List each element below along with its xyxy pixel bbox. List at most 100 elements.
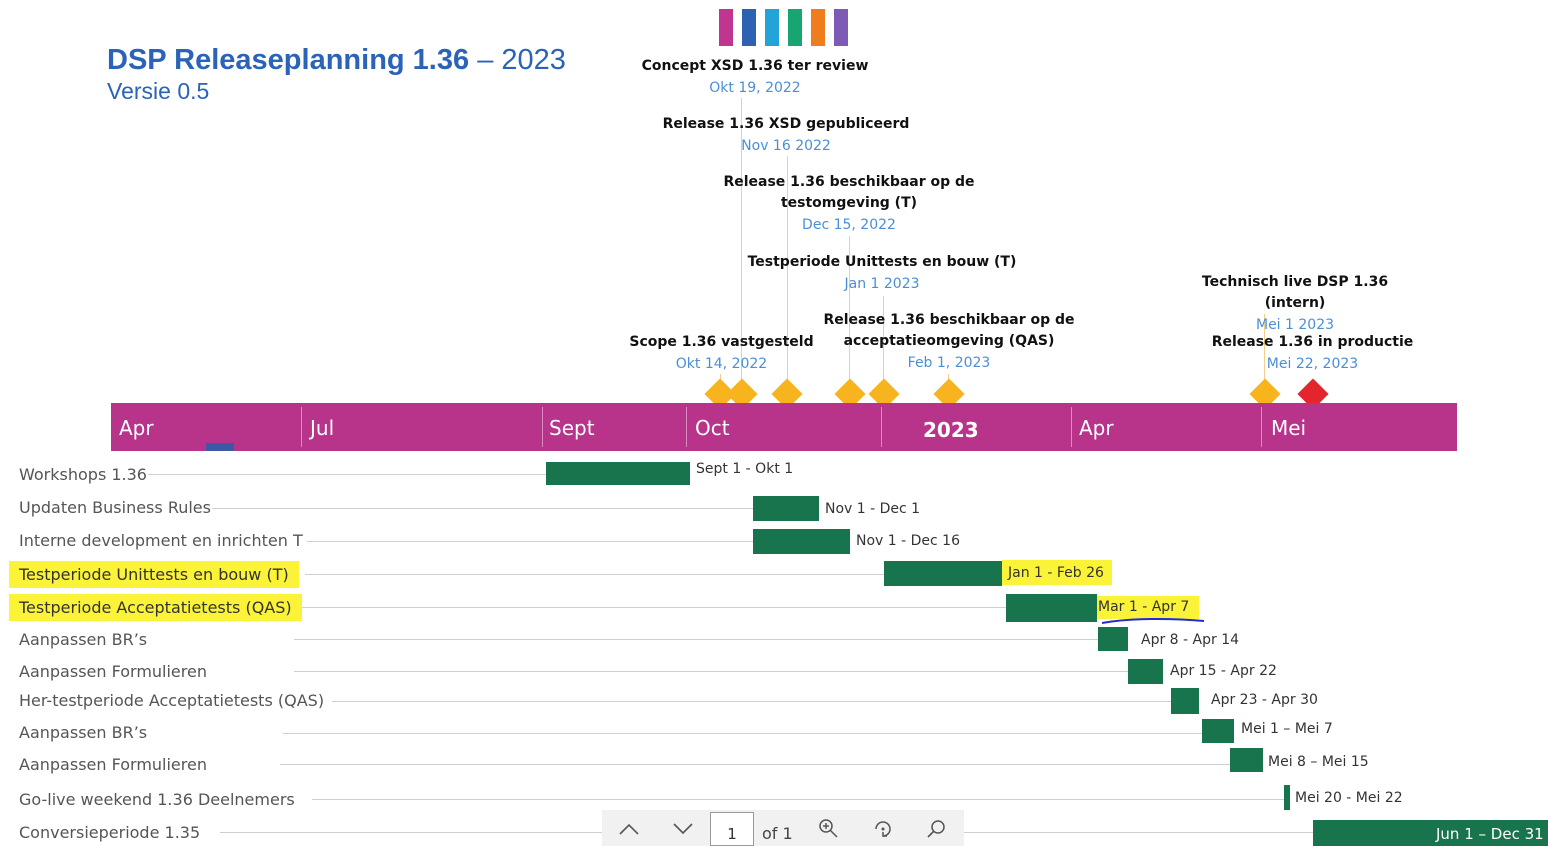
timeline-band: Apr Jul Sept Oct 2023 Apr Mei (111, 403, 1457, 451)
task-label: Aanpassen Formulieren (19, 755, 207, 774)
timeline-tick: Apr (1079, 416, 1114, 440)
chevron-down-icon (673, 823, 693, 835)
rotate-icon (875, 821, 891, 837)
task-range: Mei 20 - Mei 22 (1295, 790, 1403, 806)
task-bar (1230, 748, 1263, 772)
milestone-label: Concept XSD 1.36 ter review (641, 58, 869, 74)
today-marker (206, 443, 234, 451)
task-range: Apr 8 - Apr 14 (1141, 632, 1240, 648)
timeline-tick: Mei (1271, 416, 1307, 440)
timeline-tick: Jul (310, 416, 335, 440)
zoom-in-icon (819, 819, 838, 838)
timeline-tick: Sept (549, 416, 595, 440)
milestone-production-release: Release 1.36 in productie Mei 22, 2023 (1200, 332, 1425, 375)
swatch-3 (765, 9, 779, 46)
milestone-label: Testperiode Unittests en bouw (T) (747, 254, 1017, 270)
task-range: Nov 1 - Dec 1 (825, 501, 921, 517)
task-range: Apr 15 - Apr 22 (1170, 663, 1277, 679)
task-label: Her-testperiode Acceptatietests (QAS) (19, 691, 325, 710)
task-range: Mei 8 – Mei 15 (1268, 754, 1369, 770)
task-bar (884, 561, 1002, 586)
task-label: Conversieperiode 1.35 (19, 823, 201, 842)
milestone-label: Scope 1.36 vastgesteld (629, 334, 814, 350)
milestone-label: Release 1.36 beschikbaar op de acceptati… (823, 312, 1075, 349)
row-guide (294, 671, 1128, 672)
row-guide (332, 701, 1171, 702)
task-bar (1284, 785, 1290, 810)
timeline-divider (1261, 407, 1262, 447)
milestone-release-qas-env: Release 1.36 beschikbaar op de acceptati… (814, 310, 1084, 374)
task-label: Aanpassen BR’s (19, 723, 148, 742)
page-number-input[interactable]: 1 (710, 812, 754, 846)
milestone-label: Release 1.36 XSD gepubliceerd (662, 116, 910, 132)
timeline-divider (881, 407, 882, 447)
task-range: Apr 23 - Apr 30 (1211, 692, 1318, 708)
task-bar (1171, 688, 1199, 714)
task-range-highlighted: Jan 1 - Feb 26 (1002, 560, 1112, 585)
zoom-in-button[interactable] (814, 816, 844, 842)
task-label-highlighted: Testperiode Acceptatietests (QAS) (9, 594, 302, 621)
swatch-4 (788, 9, 802, 46)
timeline-divider (542, 407, 543, 447)
task-range: Sept 1 - Okt 1 (696, 461, 794, 477)
milestone-label: Release 1.36 beschikbaar op de testomgev… (723, 174, 975, 211)
document-canvas: DSP Releaseplanning 1.36 – 2023 Versie 0… (0, 0, 1548, 846)
task-bar (1098, 627, 1128, 651)
milestone-date: Feb 1, 2023 (907, 355, 991, 371)
timeline-year: 2023 (923, 418, 979, 442)
milestone-label: Release 1.36 in productie (1211, 334, 1414, 350)
milestone-label: Technisch live DSP 1.36 (intern) (1201, 274, 1389, 311)
timeline-divider (301, 407, 302, 447)
milestone-concept-xsd: Concept XSD 1.36 ter review Okt 19, 2022 (630, 56, 880, 99)
row-guide (148, 474, 548, 475)
row-guide (280, 764, 1230, 765)
task-bar (753, 496, 819, 521)
row-guide (312, 799, 1284, 800)
task-label: Aanpassen BR’s (19, 630, 148, 649)
page-title: DSP Releaseplanning 1.36 – 2023 (107, 44, 566, 77)
search-icon (927, 820, 945, 838)
title-main: DSP Releaseplanning 1.36 (107, 44, 470, 76)
version-label: Versie 0.5 (107, 78, 210, 104)
swatch-6 (834, 9, 848, 46)
task-label: Updaten Business Rules (19, 498, 211, 517)
task-label-highlighted: Testperiode Unittests en bouw (T) (9, 561, 299, 588)
swatch-5 (811, 9, 825, 46)
row-guide (294, 639, 1098, 640)
title-suffix: – 2023 (477, 44, 566, 76)
task-bar (1006, 594, 1097, 622)
task-label: Interne development en inrichten T (19, 531, 303, 550)
task-bar (1128, 659, 1163, 684)
row-guide (305, 574, 884, 575)
task-bar (753, 529, 850, 554)
search-button[interactable] (922, 816, 952, 842)
row-guide (212, 508, 753, 509)
page-count: of 1 (762, 824, 793, 843)
timeline-tick: Apr (119, 416, 154, 440)
handwritten-underline (1101, 617, 1205, 624)
pdf-toolbar: 1 of 1 (602, 810, 964, 846)
task-range: Nov 1 - Dec 16 (856, 533, 960, 549)
milestone-date: Mei 22, 2023 (1266, 356, 1359, 372)
timeline-divider (686, 407, 687, 447)
row-guide (283, 733, 1202, 734)
row-guide (300, 607, 1006, 608)
previous-page-button[interactable] (614, 816, 644, 842)
milestone-scope-fixed: Scope 1.36 vastgesteld Okt 14, 2022 (624, 332, 819, 375)
rotate-button[interactable] (868, 816, 898, 842)
timeline-tick: Oct (695, 416, 730, 440)
task-label: Aanpassen Formulieren (19, 662, 207, 681)
next-page-button[interactable] (668, 816, 698, 842)
timeline-divider (1071, 407, 1072, 447)
task-label: Go-live weekend 1.36 Deelnemers (19, 790, 295, 809)
milestone-date: Jan 1 2023 (844, 276, 920, 292)
milestone-technical-live: Technisch live DSP 1.36 (intern) Mei 1 2… (1170, 272, 1420, 336)
milestone-release-test-env: Release 1.36 beschikbaar op de testomgev… (714, 172, 984, 236)
task-range: Jun 1 – Dec 31 (1436, 825, 1544, 843)
milestone-xsd-published: Release 1.36 XSD gepubliceerd Nov 16 202… (661, 114, 911, 157)
task-bar (1202, 719, 1234, 743)
milestone-date: Dec 15, 2022 (802, 217, 896, 233)
chevron-up-icon (619, 823, 639, 835)
milestone-date: Okt 19, 2022 (709, 80, 801, 96)
milestone-unittest-period: Testperiode Unittests en bouw (T) Jan 1 … (742, 252, 1022, 295)
